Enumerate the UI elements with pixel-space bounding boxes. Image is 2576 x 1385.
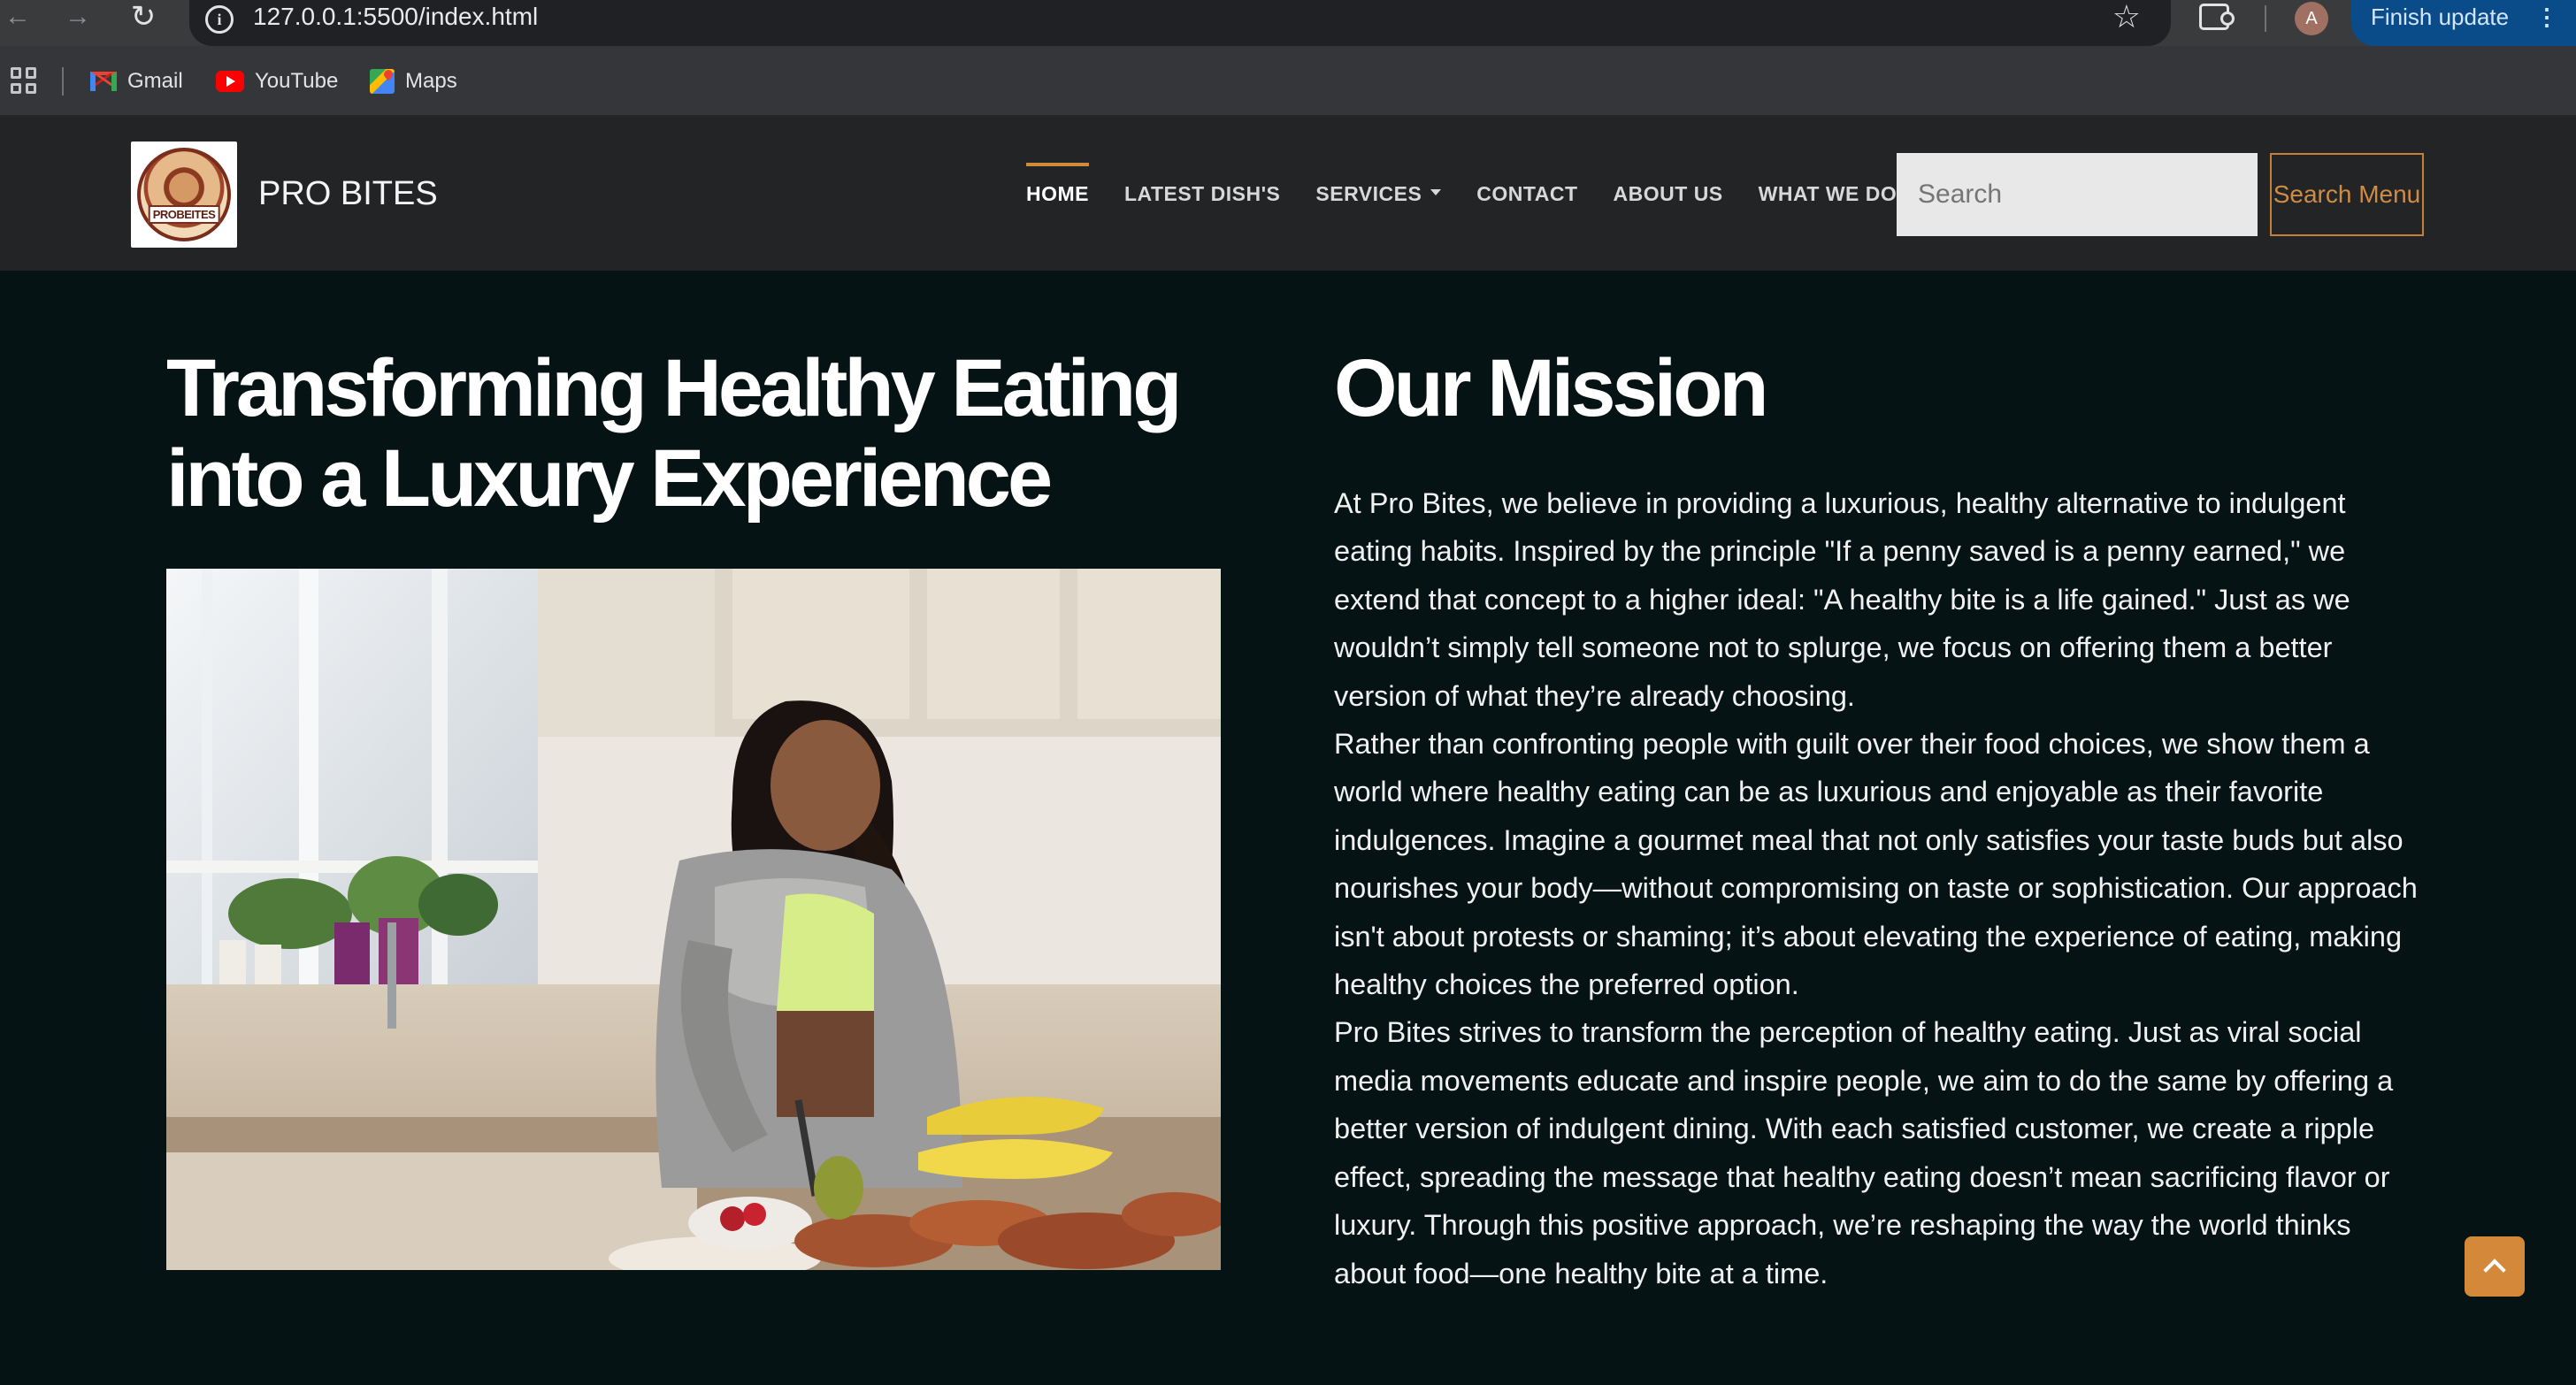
search-menu-button[interactable]: Search Menu	[2270, 153, 2424, 236]
address-bar[interactable]: i 127.0.0.1:5500/index.html ☆	[189, 0, 2171, 46]
hero-photo	[166, 569, 1221, 1270]
mission-paragraph: Rather than confronting people with guil…	[1334, 728, 2418, 1001]
browser-toolbar: ← → ↻ i 127.0.0.1:5500/index.html ☆ A Fi…	[0, 0, 2576, 46]
url-text[interactable]: 127.0.0.1:5500/index.html	[253, 0, 538, 35]
extensions-icon[interactable]	[2199, 4, 2235, 30]
logo-badge-icon: PROBEITES	[137, 148, 231, 241]
profile-avatar[interactable]: A	[2295, 2, 2328, 35]
site-info-icon[interactable]: i	[205, 5, 234, 34]
bookmark-maps[interactable]: Maps	[370, 65, 457, 97]
bookmark-star-icon[interactable]: ☆	[2112, 0, 2141, 34]
youtube-icon	[216, 71, 244, 92]
bookmarks-bar: Gmail YouTube Maps	[0, 46, 2576, 117]
back-to-top-button[interactable]	[2465, 1236, 2525, 1297]
search-input[interactable]	[1897, 153, 2258, 236]
bookmark-youtube[interactable]: YouTube	[216, 65, 338, 97]
site-logo[interactable]: PROBEITES	[131, 142, 237, 248]
toolbar-divider	[2265, 5, 2266, 32]
bookmark-label: YouTube	[255, 69, 339, 93]
main-section: Transforming Healthy Eating into a Luxur…	[0, 271, 2576, 1385]
nav-services[interactable]: SERVICES	[1298, 161, 1459, 226]
mission-paragraph: At Pro Bites, we believe in providing a …	[1334, 487, 2350, 712]
gmail-icon	[90, 72, 117, 91]
mission-title: Our Mission	[1334, 343, 1769, 433]
nav-services-label: SERVICES	[1315, 182, 1422, 205]
bookmark-label: Maps	[405, 69, 457, 93]
reload-icon[interactable]: ↻	[126, 0, 161, 35]
finish-update-button[interactable]: Finish update ⋮	[2351, 0, 2576, 46]
hero-headline: Transforming Healthy Eating into a Luxur…	[166, 343, 1182, 524]
back-arrow-icon[interactable]: ←	[0, 0, 35, 35]
nav-about-us[interactable]: ABOUT US	[1596, 161, 1741, 226]
forward-arrow-icon[interactable]: →	[60, 0, 96, 35]
finish-update-label: Finish update	[2371, 4, 2510, 30]
site-navbar: PROBEITES PRO BITES HOME LATEST DISH'S S…	[0, 117, 2576, 271]
bookmark-gmail[interactable]: Gmail	[90, 65, 183, 97]
mission-body: At Pro Bites, we believe in providing a …	[1334, 479, 2422, 1297]
nav-latest-dishes[interactable]: LATEST DISH'S	[1107, 161, 1298, 226]
bookmarks-divider	[62, 67, 64, 96]
maps-icon	[370, 69, 395, 94]
dropdown-caret-icon	[1430, 189, 1442, 196]
logo-text: PROBEITES	[148, 205, 220, 224]
main-menu: HOME LATEST DISH'S SERVICES CONTACT ABOU…	[1008, 161, 1914, 226]
chevron-up-icon	[2483, 1259, 2506, 1282]
nav-home[interactable]: HOME	[1008, 161, 1107, 226]
nav-contact[interactable]: CONTACT	[1459, 161, 1595, 226]
mission-paragraph: Pro Bites strives to transform the perce…	[1334, 1016, 2394, 1289]
apps-grid-icon[interactable]	[11, 67, 37, 94]
bookmark-label: Gmail	[127, 69, 183, 93]
brand-name[interactable]: PRO BITES	[258, 170, 438, 218]
more-menu-icon[interactable]: ⋮	[2535, 0, 2558, 34]
nav-what-we-do[interactable]: WHAT WE DO	[1741, 161, 1915, 226]
